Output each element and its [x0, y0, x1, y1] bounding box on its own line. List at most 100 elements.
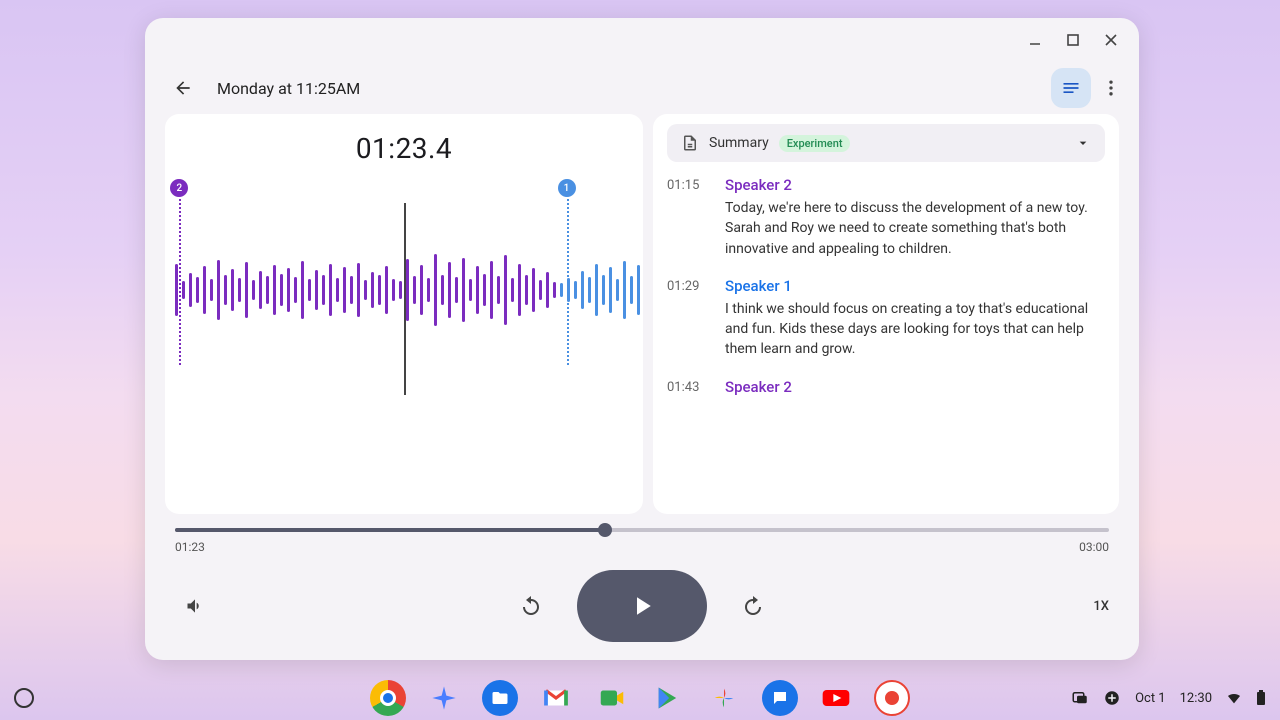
- transcript-row[interactable]: 01:43 Speaker 2: [667, 378, 1105, 400]
- wave-bar: [266, 276, 269, 304]
- wave-bar: [469, 279, 472, 301]
- launcher-button[interactable]: [14, 688, 34, 708]
- wave-bar: [287, 268, 290, 312]
- wave-bar: [245, 262, 248, 318]
- shelf-app-youtube[interactable]: [818, 680, 854, 716]
- close-button[interactable]: [1097, 26, 1125, 54]
- wave-bar: [392, 279, 395, 301]
- shelf-app-messages[interactable]: [762, 680, 798, 716]
- wave-bar: [441, 275, 444, 305]
- wave-bar: [546, 272, 549, 308]
- chromeos-shelf: Oct 1 12:30: [0, 676, 1280, 720]
- wave-bar: [329, 264, 332, 316]
- wave-bar: [217, 260, 220, 320]
- summary-icon: [681, 134, 699, 152]
- rewind-10-button[interactable]: [511, 586, 551, 626]
- minimize-button[interactable]: [1021, 26, 1049, 54]
- shelf-app-gemini[interactable]: [426, 680, 462, 716]
- wave-bar: [378, 275, 381, 305]
- experiment-badge: Experiment: [779, 135, 851, 152]
- wave-bar: [343, 267, 346, 313]
- wave-bar: [539, 280, 542, 300]
- wave-bar: [413, 276, 416, 304]
- speaker-2-marker[interactable]: 2: [170, 179, 188, 197]
- transcript-time: 01:43: [667, 378, 707, 400]
- transcript-text: Today, we're here to discuss the develop…: [725, 198, 1105, 259]
- wave-bar: [224, 275, 227, 305]
- wave-bar: [406, 259, 409, 321]
- recorder-window: Monday at 11:25AM 01:23.4 2 1: [145, 18, 1139, 660]
- add-icon[interactable]: [1103, 689, 1121, 707]
- seek-fill: [175, 528, 605, 532]
- wave-bar: [616, 279, 619, 301]
- wave-bar: [259, 271, 262, 309]
- wave-bar: [497, 276, 500, 304]
- wave-bar: [490, 261, 493, 319]
- wave-bar: [455, 277, 458, 303]
- wave-bar: [581, 271, 584, 309]
- recording-title: Monday at 11:25AM: [217, 79, 360, 98]
- wave-bar: [175, 264, 178, 316]
- shelf-app-play[interactable]: [650, 680, 686, 716]
- content-body: 01:23.4 2 1 Summary Experiment: [145, 114, 1139, 514]
- speaker-1-marker[interactable]: 1: [558, 179, 576, 197]
- transcript-speaker: Speaker 2: [725, 176, 1105, 194]
- shelf-app-chrome[interactable]: [370, 680, 406, 716]
- shelf-app-gmail[interactable]: [538, 680, 574, 716]
- wave-bar: [476, 266, 479, 314]
- window-titlebar: [145, 18, 1139, 62]
- chevron-down-icon: [1075, 135, 1091, 151]
- wave-bar: [357, 263, 360, 317]
- wave-bar: [427, 278, 430, 302]
- progress-bar-area: 01:23 03:00: [145, 514, 1139, 558]
- wave-bar: [532, 268, 535, 312]
- playhead-indicator: [404, 203, 406, 395]
- seek-thumb[interactable]: [598, 523, 612, 537]
- wave-bar: [448, 262, 451, 318]
- wave-bar: [525, 275, 528, 305]
- battery-icon: [1256, 690, 1266, 706]
- more-options-button[interactable]: [1091, 68, 1131, 108]
- waveform-area[interactable]: 2 1: [165, 185, 643, 395]
- volume-button[interactable]: [175, 586, 215, 626]
- forward-10-button[interactable]: [733, 586, 773, 626]
- wave-bar: [189, 273, 192, 307]
- transcript-row[interactable]: 01:15 Speaker 2 Today, we're here to discu…: [667, 176, 1105, 259]
- wave-bar: [385, 266, 388, 314]
- wave-bar: [553, 282, 556, 298]
- shelf-app-recorder[interactable]: [874, 680, 910, 716]
- wave-bar: [210, 279, 213, 301]
- maximize-button[interactable]: [1059, 26, 1087, 54]
- elapsed-time: 01:23: [175, 540, 205, 554]
- wave-bar: [308, 279, 311, 301]
- transcript-toggle-button[interactable]: [1051, 68, 1091, 108]
- overview-icon[interactable]: [1071, 689, 1089, 707]
- wave-bar: [560, 283, 563, 297]
- wave-bar: [322, 275, 325, 305]
- playback-speed-button[interactable]: 1X: [1093, 599, 1109, 614]
- transcript-time: 01:15: [667, 176, 707, 259]
- shelf-app-photos[interactable]: [706, 680, 742, 716]
- time-labels: 01:23 03:00: [175, 540, 1109, 554]
- shelf-status-area[interactable]: Oct 1 12:30: [1071, 689, 1266, 707]
- seek-track[interactable]: [175, 528, 1109, 532]
- wave-bar: [483, 274, 486, 306]
- transcript-row[interactable]: 01:29Speaker 1I think we should focus on…: [667, 277, 1105, 360]
- wave-bar: [252, 280, 255, 300]
- wave-bar: [595, 264, 598, 316]
- wave-bar: [434, 254, 437, 326]
- wave-bar: [238, 278, 241, 302]
- shelf-app-files[interactable]: [482, 680, 518, 716]
- summary-toggle[interactable]: Summary Experiment: [667, 124, 1105, 162]
- wave-bar: [462, 258, 465, 322]
- wave-bar: [364, 280, 367, 300]
- shelf-app-meet[interactable]: [594, 680, 630, 716]
- wave-bar: [280, 274, 283, 306]
- play-button[interactable]: [577, 570, 707, 642]
- wave-bar: [399, 281, 402, 299]
- summary-label: Summary: [709, 135, 769, 151]
- transcript-list: 01:15 Speaker 2 Today, we're here to discu…: [667, 176, 1105, 418]
- back-button[interactable]: [165, 70, 201, 106]
- transcript-speaker: Speaker 2: [725, 378, 1105, 396]
- shelf-pinned-apps: [370, 680, 910, 716]
